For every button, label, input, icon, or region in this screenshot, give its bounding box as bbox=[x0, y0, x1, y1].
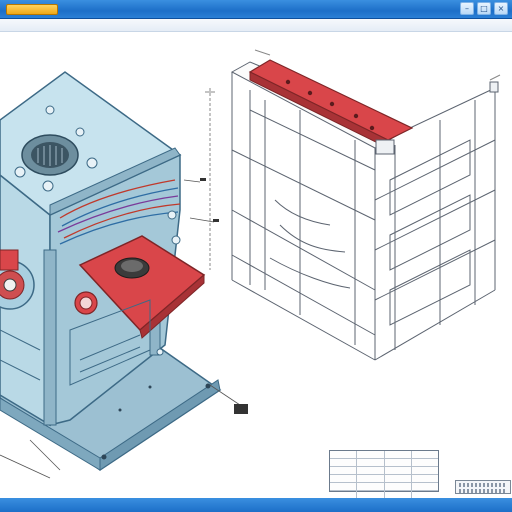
machine-housing[interactable] bbox=[0, 71, 248, 479]
toolbar bbox=[0, 19, 512, 32]
minimize-button[interactable]: – bbox=[460, 2, 474, 15]
cad-drawing bbox=[0, 49, 501, 479]
status-bar bbox=[0, 498, 512, 512]
window-controls: – □ × bbox=[460, 2, 508, 15]
drawing-canvas[interactable] bbox=[0, 32, 512, 498]
window-titlebar: – □ × bbox=[0, 0, 512, 19]
maximize-button[interactable]: □ bbox=[477, 2, 491, 15]
close-button[interactable]: × bbox=[494, 2, 508, 15]
app-tab[interactable] bbox=[6, 4, 58, 15]
wireframe-frame[interactable] bbox=[205, 49, 501, 361]
red-top-rail[interactable] bbox=[248, 59, 414, 149]
title-block-table bbox=[329, 450, 439, 498]
sheet-info-box bbox=[455, 480, 511, 494]
